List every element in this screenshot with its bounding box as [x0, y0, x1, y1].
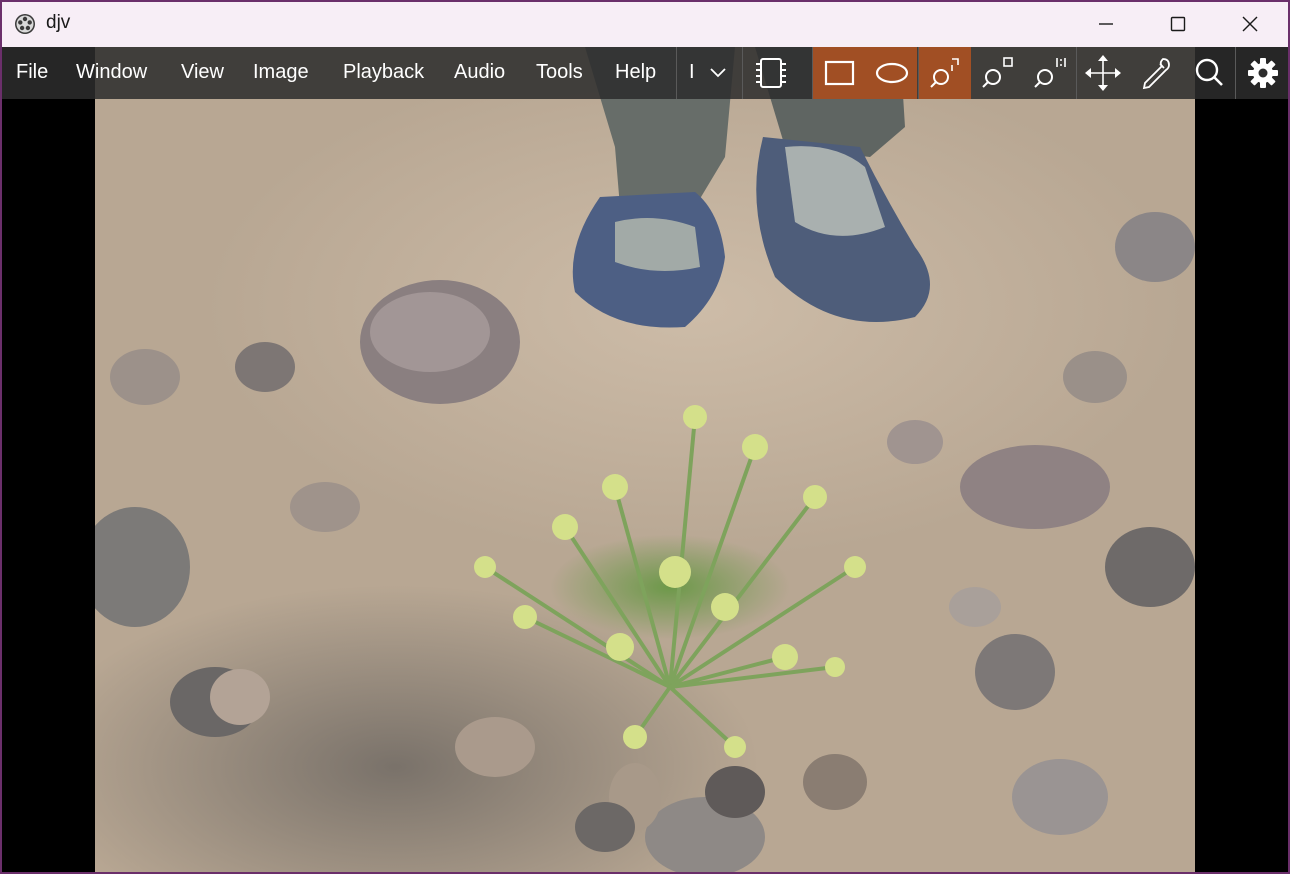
search-icon [1195, 58, 1223, 86]
layer-select[interactable]: I [677, 47, 741, 99]
zoom-fit-image-icon [982, 57, 1013, 88]
menu-playback[interactable]: Playback [343, 61, 424, 84]
djv-app-icon [15, 14, 35, 34]
zoom-full-icon [1034, 58, 1066, 88]
main-toolbar: File Window View Image Playback Audio To… [2, 47, 1288, 99]
zoom-full-button[interactable] [1023, 47, 1075, 99]
settings-icon [1248, 58, 1278, 88]
compare-rect-button[interactable] [813, 47, 865, 99]
close-button[interactable] [1214, 2, 1286, 47]
zoom-fit-window-button[interactable] [919, 47, 971, 99]
title-bar[interactable]: djv [2, 2, 1288, 47]
minimize-button[interactable] [1070, 2, 1142, 47]
search-button[interactable] [1183, 47, 1235, 99]
menu-file[interactable]: File [16, 61, 48, 84]
photo-content [95, 47, 1195, 872]
zoom-fit-image-button[interactable] [971, 47, 1023, 99]
window-title: djv [46, 12, 71, 33]
compare-ellipse-button[interactable] [865, 47, 917, 99]
image-viewport[interactable] [2, 47, 1288, 872]
image-canvas[interactable] [95, 47, 1195, 872]
color-picker-icon [1142, 58, 1170, 90]
maximize-icon [1170, 16, 1186, 32]
app-window: djv File Window View Image Playback Audi… [2, 2, 1288, 872]
pan-icon [1085, 55, 1121, 91]
menu-view[interactable]: View [181, 61, 224, 84]
layer-select-value: I [689, 61, 695, 83]
toolbar-separator [1235, 47, 1236, 99]
cpu-icon [756, 58, 786, 88]
color-picker-button[interactable] [1129, 47, 1181, 99]
menu-tools[interactable]: Tools [536, 61, 583, 84]
menu-help[interactable]: Help [615, 61, 656, 84]
cpu-button[interactable] [743, 47, 813, 99]
chevron-down-icon [710, 68, 726, 78]
settings-button[interactable] [1237, 47, 1288, 99]
close-icon [1242, 16, 1258, 32]
compare-ellipse-icon [875, 62, 909, 84]
menu-window[interactable]: Window [76, 61, 147, 84]
minimize-icon [1099, 23, 1113, 25]
maximize-button[interactable] [1142, 2, 1214, 47]
menu-image[interactable]: Image [253, 61, 309, 84]
zoom-fit-window-icon [930, 58, 959, 88]
menu-audio[interactable]: Audio [454, 61, 505, 84]
compare-rect-icon [824, 60, 855, 86]
pan-button[interactable] [1077, 47, 1129, 99]
